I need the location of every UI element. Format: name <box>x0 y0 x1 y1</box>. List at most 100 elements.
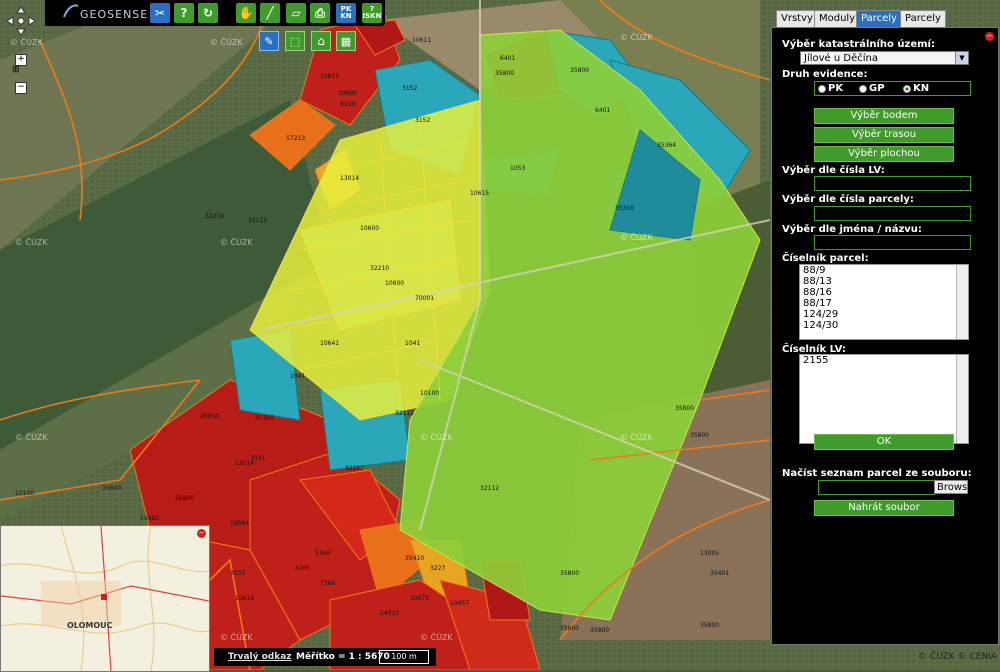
parcel-number-input[interactable] <box>814 206 971 221</box>
grid-button[interactable]: ▦ <box>336 31 356 51</box>
lv-input[interactable] <box>814 176 971 191</box>
cadastral-value: Jílové u Děčína <box>804 53 878 64</box>
iskn-button[interactable]: ? ISKN <box>362 3 382 23</box>
parcel-label: 35800 <box>700 622 719 629</box>
parcel-label: 35800 <box>570 67 589 74</box>
select-by-point-button[interactable]: Výběr bodem <box>814 108 954 124</box>
list-item[interactable]: 88/9 <box>803 265 968 276</box>
parcel-label: 10641 <box>320 340 339 347</box>
help-button[interactable]: ? <box>174 3 194 23</box>
close-icon[interactable]: − <box>985 32 994 41</box>
radio-gp[interactable]: GP <box>859 83 885 94</box>
parcel-label: 10600 <box>338 90 357 97</box>
parcel-label: 32112 <box>480 485 499 492</box>
ok-button[interactable]: OK <box>814 434 954 450</box>
select-by-area-button[interactable]: Výběr plochou <box>814 146 954 162</box>
cadastral-select[interactable]: Jílové u Děčína ▼ <box>800 51 969 65</box>
copyright-text: © ČÚZK © CENIA <box>918 652 997 662</box>
parcel-list[interactable]: 88/9 88/13 88/16 88/17 124/29 124/30 <box>799 264 969 340</box>
parcel-label: 1041 <box>290 373 305 380</box>
radio-pk-label: PK <box>828 83 844 94</box>
close-minimap-icon[interactable]: − <box>197 529 206 538</box>
parcel-label: 35800 <box>560 570 579 577</box>
radio-kn[interactable]: KN <box>903 83 929 94</box>
radio-kn-label: KN <box>913 83 930 94</box>
parcel-label: 32112 <box>395 410 414 417</box>
help-icon: ? <box>180 6 188 20</box>
parcel-label: 10600 <box>360 225 379 232</box>
refresh-icon: ↻ <box>202 6 214 20</box>
browse-button[interactable]: Browse <box>934 480 968 494</box>
parcel-label: 10600 <box>385 280 404 287</box>
upload-file-button[interactable]: Nahrát soubor <box>814 500 954 516</box>
radio-gp-label: GP <box>869 83 885 94</box>
pk-kn-button[interactable]: PK KN <box>336 3 356 23</box>
tools-button[interactable]: ✂ <box>150 3 170 23</box>
parcel-label: 35600 <box>560 625 579 632</box>
pan-center-icon[interactable] <box>17 17 25 25</box>
print-icon: ⎙ <box>315 5 325 20</box>
measure-line-button[interactable]: ╱ <box>260 3 280 23</box>
pan-control[interactable] <box>6 6 36 36</box>
chevron-down-icon[interactable]: ▼ <box>955 52 968 64</box>
watermark-text: © ČÚZK <box>620 231 653 242</box>
tab-parcely-active[interactable]: Parcely <box>856 10 902 27</box>
list-item[interactable]: 124/29 <box>803 309 968 320</box>
parcel-label: 3152 <box>415 117 430 124</box>
measure-area-button[interactable]: ▱ <box>286 3 306 23</box>
parcel-number-label: Výběr dle čísla parcely: <box>782 194 914 205</box>
edit-polygon-icon: ⬚ <box>289 34 301 48</box>
permalink-link[interactable]: Trvalý odkaz <box>228 652 292 662</box>
zoom-out-button[interactable]: − <box>15 82 27 94</box>
parcel-list-scrollbar[interactable] <box>956 265 968 339</box>
pan-right-icon[interactable] <box>28 16 36 26</box>
name-input[interactable] <box>814 235 971 250</box>
parcel-label: 10100 <box>420 390 439 397</box>
edit-polygon-button[interactable]: ⬚ <box>285 31 305 51</box>
home-button[interactable]: ⌂ <box>311 31 331 51</box>
overview-minimap[interactable]: OLOMOUC − <box>0 525 210 672</box>
pan-hand-button[interactable]: ✋ <box>236 3 256 23</box>
pan-down-icon[interactable] <box>16 28 26 36</box>
parcel-label: 20650 <box>200 413 219 420</box>
measure-area-icon: ▱ <box>291 6 301 20</box>
watermark-text: © ČÚZK <box>620 31 653 42</box>
tab-parcely[interactable]: Parcely <box>900 10 946 27</box>
list-item[interactable]: 88/16 <box>803 287 968 298</box>
parcel-label: 7031 <box>250 455 265 462</box>
parcel-label: 32210 <box>345 465 364 472</box>
grid-icon: ▦ <box>340 34 352 48</box>
parcel-label: 1053 <box>510 165 525 172</box>
tab-vrstvy[interactable]: Vrstvy <box>776 10 818 27</box>
parcel-label: 10457 <box>450 600 469 607</box>
select-parcel-button[interactable]: ✎ <box>259 31 279 51</box>
refresh-button[interactable]: ↻ <box>198 3 218 23</box>
select-by-route-button[interactable]: Výběr trasou <box>814 127 954 143</box>
parcel-label: 35800 <box>102 485 121 492</box>
pan-left-icon[interactable] <box>6 16 14 26</box>
list-item[interactable]: 2155 <box>803 355 968 366</box>
file-path-input[interactable] <box>818 480 935 495</box>
tab-moduly[interactable]: Moduly <box>814 10 861 27</box>
home-icon: ⌂ <box>317 34 325 48</box>
watermark-text: © ČÚZK <box>220 631 253 642</box>
list-item[interactable]: 124/30 <box>803 320 968 331</box>
parcel-label: 35300 <box>615 205 634 212</box>
iskn-icon: ? ISKN <box>362 5 382 20</box>
print-button[interactable]: ⎙ <box>310 3 330 23</box>
parcel-label: 3233 <box>230 570 245 577</box>
radio-dot-selected-icon <box>903 84 911 93</box>
pan-up-icon[interactable] <box>16 6 26 14</box>
lv-list-scrollbar[interactable] <box>956 355 968 443</box>
list-item[interactable]: 88/17 <box>803 298 968 309</box>
parcel-label: 32210 <box>205 213 224 220</box>
name-label: Výběr dle jména / názvu: <box>782 224 922 235</box>
measure-line-icon: ╱ <box>266 6 274 20</box>
radio-pk[interactable]: PK <box>818 83 843 94</box>
watermark-text: © ČÚZK <box>210 36 243 47</box>
parcel-panel: − Výběr katastrálního území: Jílové u Dě… <box>771 27 999 645</box>
parcel-label: 13005 <box>700 550 719 557</box>
list-item[interactable]: 88/13 <box>803 276 968 287</box>
lv-list[interactable]: 2155 <box>799 354 969 444</box>
parcel-label: 6401 <box>500 55 515 62</box>
